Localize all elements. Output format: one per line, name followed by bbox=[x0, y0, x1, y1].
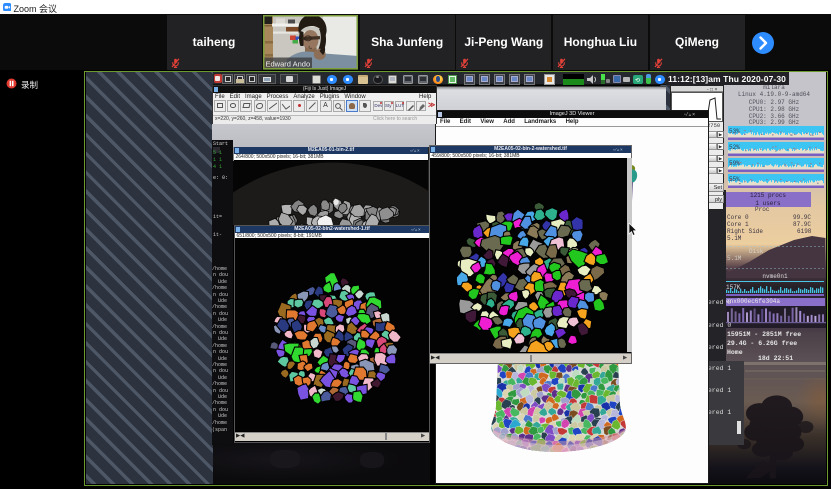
svg-text:Edward Ando: Edward Ando bbox=[266, 60, 311, 69]
svg-text:59%: 59% bbox=[729, 160, 740, 167]
svg-text:55%: 55% bbox=[729, 176, 740, 183]
svg-text:53%: 53% bbox=[729, 128, 740, 135]
svg-text:52%: 52% bbox=[729, 144, 740, 151]
